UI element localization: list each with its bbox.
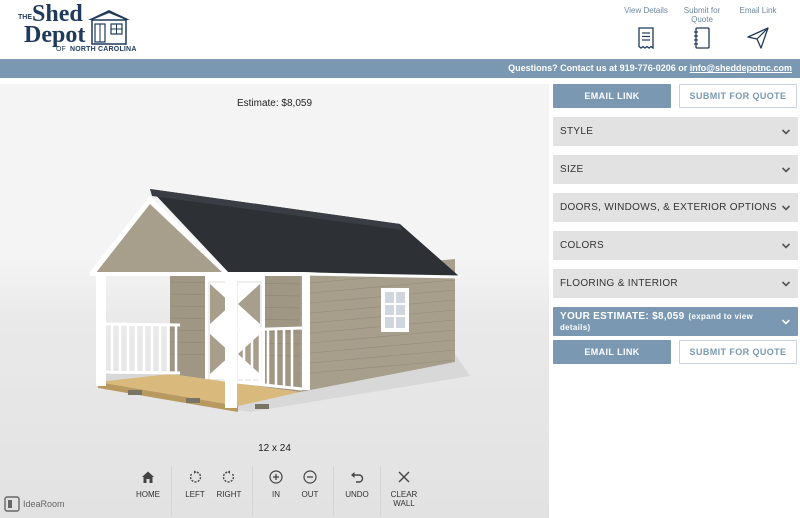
clear-label-line1: CLEAR [391,490,418,499]
accordion-flooring[interactable]: FLOORING & INTERIOR [553,269,798,298]
toolbar-group-home: HOME [125,466,172,516]
view-details-label: View Details [624,6,668,26]
zoom-in-icon [269,470,283,484]
accordion-estimate[interactable]: YOUR ESTIMATE: $8,059(expand to view det… [553,307,798,336]
left-label: LEFT [185,490,205,499]
submit-quote-button[interactable]: SUBMIT FOR QUOTE [679,84,797,108]
submit-quote-header-label: Submit for Quote [680,6,724,26]
toolbar-group-zoom: IN OUT [253,466,334,516]
zoom-out-button[interactable]: OUT [293,466,327,516]
chevron-down-icon [781,241,791,251]
zoom-out-icon [303,470,317,484]
toolbar-group-rotate: LEFT RIGHT [172,466,253,516]
zoom-in-button[interactable]: IN [259,466,293,516]
accordion-colors[interactable]: COLORS [553,231,798,260]
accordion-doors-label: DOORS, WINDOWS, & EXTERIOR OPTIONS [560,202,777,213]
clear-label-line2: WALL [393,499,415,508]
header: THE Shed Depot OF NORTH CAROLINA View De… [0,0,800,59]
clear-wall-button[interactable]: CLEARWALL [387,466,421,516]
toolbar-group-undo: UNDO [334,466,381,516]
submit-quote-button-bottom[interactable]: SUBMIT FOR QUOTE [679,340,797,364]
rotate-left-button[interactable]: LEFT [178,466,212,516]
email-link-button[interactable]: EMAIL LINK [553,84,671,108]
toolbar-group-clear: CLEARWALL [381,466,427,516]
logo-the: THE [18,14,32,21]
right-label: RIGHT [217,490,242,499]
accordion-size-label: SIZE [560,164,583,175]
undo-button[interactable]: UNDO [340,466,374,516]
send-icon [747,27,769,49]
idearoom-label: IdeaRoom [23,499,65,509]
accordion-flooring-label: FLOORING & INTERIOR [560,278,678,289]
estimate-label: YOUR ESTIMATE: $8,059 [560,311,684,322]
chevron-down-icon [781,317,791,327]
contact-bar: Questions? Contact us at 919-776-0206 or… [0,59,800,78]
home-icon [141,470,155,484]
shed-size-label: 12 x 24 [0,443,549,454]
home-label: HOME [136,490,160,499]
rotate-right-icon [222,470,236,484]
accordion-size[interactable]: SIZE [553,155,798,184]
receipt-icon [636,27,656,49]
header-actions: View Details Submit for Quote Email Link [624,6,780,49]
idearoom-watermark: IdeaRoom [4,496,65,512]
logo-shed-icon [86,8,132,46]
logo-of: OF [56,46,66,53]
rotate-left-icon [188,470,202,484]
chevron-down-icon [781,165,791,175]
email-link-header-button[interactable]: Email Link [736,6,780,49]
contact-email-link[interactable]: info@sheddepotnc.com [690,63,792,73]
bottom-actions: EMAIL LINK SUBMIT FOR QUOTE [553,340,798,364]
undo-label: UNDO [345,490,369,499]
clear-wall-label: CLEARWALL [391,490,418,508]
accordion-style[interactable]: STYLE [553,117,798,146]
undo-icon [350,470,364,484]
rotate-right-button[interactable]: RIGHT [212,466,246,516]
top-actions: EMAIL LINK SUBMIT FOR QUOTE [553,84,798,108]
logo-depot: Depot [24,23,85,47]
shed-depot-logo[interactable]: THE Shed Depot OF NORTH CAROLINA [18,4,138,56]
close-icon [397,470,411,484]
idearoom-logo-icon [4,496,20,512]
chevron-down-icon [781,203,791,213]
chevron-down-icon [781,127,791,137]
accordion-doors-windows[interactable]: DOORS, WINDOWS, & EXTERIOR OPTIONS [553,193,798,222]
view-details-button[interactable]: View Details [624,6,668,49]
submit-quote-header-button[interactable]: Submit for Quote [680,6,724,49]
home-button[interactable]: HOME [131,466,165,516]
accordion-style-label: STYLE [560,126,593,137]
out-label: OUT [302,490,319,499]
estimate-summary: YOUR ESTIMATE: $8,059(expand to view det… [560,311,781,333]
options-panel: EMAIL LINK SUBMIT FOR QUOTE STYLE SIZE D… [553,84,798,364]
viewer-estimate: Estimate: $8,059 [0,98,549,109]
email-link-button-bottom[interactable]: EMAIL LINK [553,340,671,364]
in-label: IN [272,490,280,499]
notebook-icon [692,27,712,49]
accordion-colors-label: COLORS [560,240,604,251]
email-link-header-label: Email Link [740,6,777,26]
logo-north-carolina: NORTH CAROLINA [70,46,137,53]
camera-toolbar: HOME LEFT RIGHT IN [125,466,427,516]
chevron-down-icon [781,279,791,289]
contact-text: Questions? Contact us at 919-776-0206 or [508,63,690,73]
